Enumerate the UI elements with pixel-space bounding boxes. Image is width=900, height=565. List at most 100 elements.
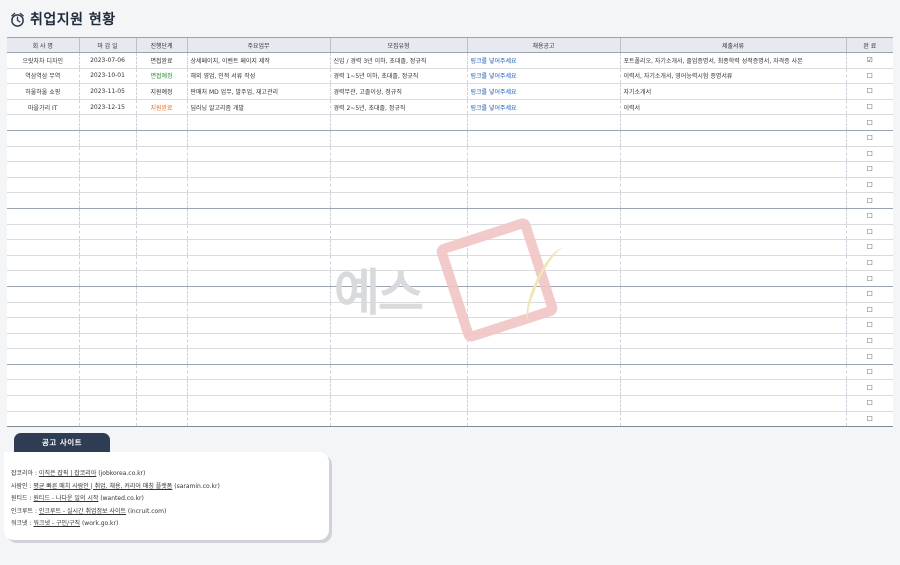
duties-cell[interactable] — [186, 395, 330, 412]
duties-cell[interactable] — [186, 302, 330, 319]
deadline-cell[interactable] — [78, 239, 136, 256]
done-checkbox[interactable]: ☐ — [845, 270, 893, 287]
type-cell[interactable] — [329, 130, 467, 147]
posting-link[interactable]: 링크를 넣어주세요 — [466, 99, 620, 116]
type-cell[interactable] — [329, 239, 467, 256]
type-cell[interactable] — [329, 286, 467, 303]
posting-link[interactable] — [466, 146, 620, 163]
posting-link[interactable] — [466, 192, 620, 209]
done-checkbox[interactable]: ☐ — [845, 146, 893, 163]
posting-link[interactable] — [466, 395, 620, 412]
type-cell[interactable] — [329, 348, 467, 365]
posting-link[interactable]: 링크를 넣어주세요 — [466, 68, 620, 85]
deadline-cell[interactable] — [78, 270, 136, 287]
done-checkbox[interactable]: ☐ — [845, 395, 893, 412]
type-cell[interactable] — [329, 411, 467, 428]
done-checkbox[interactable]: ☐ — [845, 130, 893, 147]
documents-cell[interactable] — [619, 302, 846, 319]
posting-link[interactable] — [466, 239, 620, 256]
done-checkbox[interactable]: ☐ — [845, 192, 893, 209]
type-cell[interactable]: 경력 1~5년 이하, 초대졸, 정규직 — [329, 68, 467, 85]
posting-link[interactable] — [466, 114, 620, 131]
duties-cell[interactable]: 상세페이지, 이벤트 페이지 제작 — [186, 52, 330, 69]
type-cell[interactable]: 경력 2~5년, 초대졸, 정규직 — [329, 99, 467, 116]
company-cell[interactable] — [7, 146, 79, 163]
done-checkbox[interactable]: ☐ — [845, 411, 893, 428]
posting-link[interactable] — [466, 161, 620, 178]
done-checkbox[interactable]: ☐ — [845, 99, 893, 116]
posting-link[interactable] — [466, 333, 620, 350]
posting-link[interactable] — [466, 177, 620, 194]
stage-cell[interactable] — [135, 146, 187, 163]
stage-cell[interactable] — [135, 208, 187, 225]
done-checkbox[interactable]: ☐ — [845, 161, 893, 178]
documents-cell[interactable] — [619, 411, 846, 428]
documents-cell[interactable] — [619, 364, 846, 381]
deadline-cell[interactable] — [78, 395, 136, 412]
company-cell[interactable] — [7, 317, 79, 334]
job-site-link[interactable]: 이직은 잡픽 | 잡코리아 — [39, 470, 96, 477]
deadline-cell[interactable] — [78, 286, 136, 303]
documents-cell[interactable] — [619, 333, 846, 350]
duties-cell[interactable]: 딥러닝 알고리즘 개발 — [186, 99, 330, 116]
done-checkbox[interactable]: ☐ — [845, 333, 893, 350]
company-cell[interactable] — [7, 286, 79, 303]
posting-link[interactable] — [466, 364, 620, 381]
company-cell[interactable] — [7, 192, 79, 209]
company-cell[interactable] — [7, 379, 79, 397]
stage-cell[interactable] — [135, 192, 187, 209]
deadline-cell[interactable] — [78, 192, 136, 209]
company-cell[interactable] — [7, 255, 79, 272]
done-checkbox[interactable]: ☐ — [845, 255, 893, 272]
type-cell[interactable] — [329, 333, 467, 350]
company-cell[interactable] — [7, 130, 79, 147]
company-cell[interactable] — [7, 270, 79, 287]
deadline-cell[interactable] — [78, 364, 136, 381]
company-cell[interactable] — [7, 177, 79, 194]
stage-cell[interactable] — [135, 224, 187, 241]
duties-cell[interactable] — [186, 239, 330, 256]
type-cell[interactable] — [329, 255, 467, 272]
duties-cell[interactable] — [186, 177, 330, 194]
job-site-link[interactable]: 워크넷 - 구인/구직 — [33, 520, 80, 527]
documents-cell[interactable] — [619, 379, 846, 397]
deadline-cell[interactable] — [78, 411, 136, 428]
posting-link[interactable] — [466, 317, 620, 334]
posting-link[interactable] — [466, 130, 620, 147]
deadline-cell[interactable] — [78, 130, 136, 147]
done-checkbox[interactable]: ☐ — [845, 208, 893, 225]
documents-cell[interactable] — [619, 130, 846, 147]
stage-cell[interactable] — [135, 130, 187, 147]
deadline-cell[interactable]: 2023-11-05 — [78, 83, 136, 100]
deadline-cell[interactable] — [78, 379, 136, 397]
stage-cell[interactable] — [135, 411, 187, 428]
duties-cell[interactable] — [186, 411, 330, 428]
company-cell[interactable] — [7, 114, 79, 131]
documents-cell[interactable]: 자기소개서 — [619, 83, 846, 100]
job-sites-tab[interactable]: 공고 사이트 — [14, 433, 110, 452]
done-checkbox[interactable]: ☐ — [845, 114, 893, 131]
company-cell[interactable] — [7, 395, 79, 412]
duties-cell[interactable] — [186, 270, 330, 287]
stage-cell[interactable] — [135, 348, 187, 365]
posting-link[interactable] — [466, 302, 620, 319]
duties-cell[interactable] — [186, 224, 330, 241]
stage-cell[interactable] — [135, 239, 187, 256]
deadline-cell[interactable] — [78, 333, 136, 350]
stage-cell[interactable]: 면접완료 — [135, 52, 187, 69]
done-checkbox[interactable]: ☐ — [845, 286, 893, 303]
type-cell[interactable] — [329, 192, 467, 209]
stage-cell[interactable] — [135, 255, 187, 272]
posting-link[interactable] — [466, 208, 620, 225]
duties-cell[interactable] — [186, 317, 330, 334]
done-checkbox[interactable]: ☐ — [845, 239, 893, 256]
company-cell[interactable] — [7, 239, 79, 256]
type-cell[interactable] — [329, 379, 467, 397]
posting-link[interactable] — [466, 379, 620, 397]
done-checkbox[interactable]: ☐ — [845, 348, 893, 365]
stage-cell[interactable] — [135, 379, 187, 397]
duties-cell[interactable] — [186, 161, 330, 178]
duties-cell[interactable] — [186, 379, 330, 397]
type-cell[interactable] — [329, 224, 467, 241]
deadline-cell[interactable] — [78, 224, 136, 241]
